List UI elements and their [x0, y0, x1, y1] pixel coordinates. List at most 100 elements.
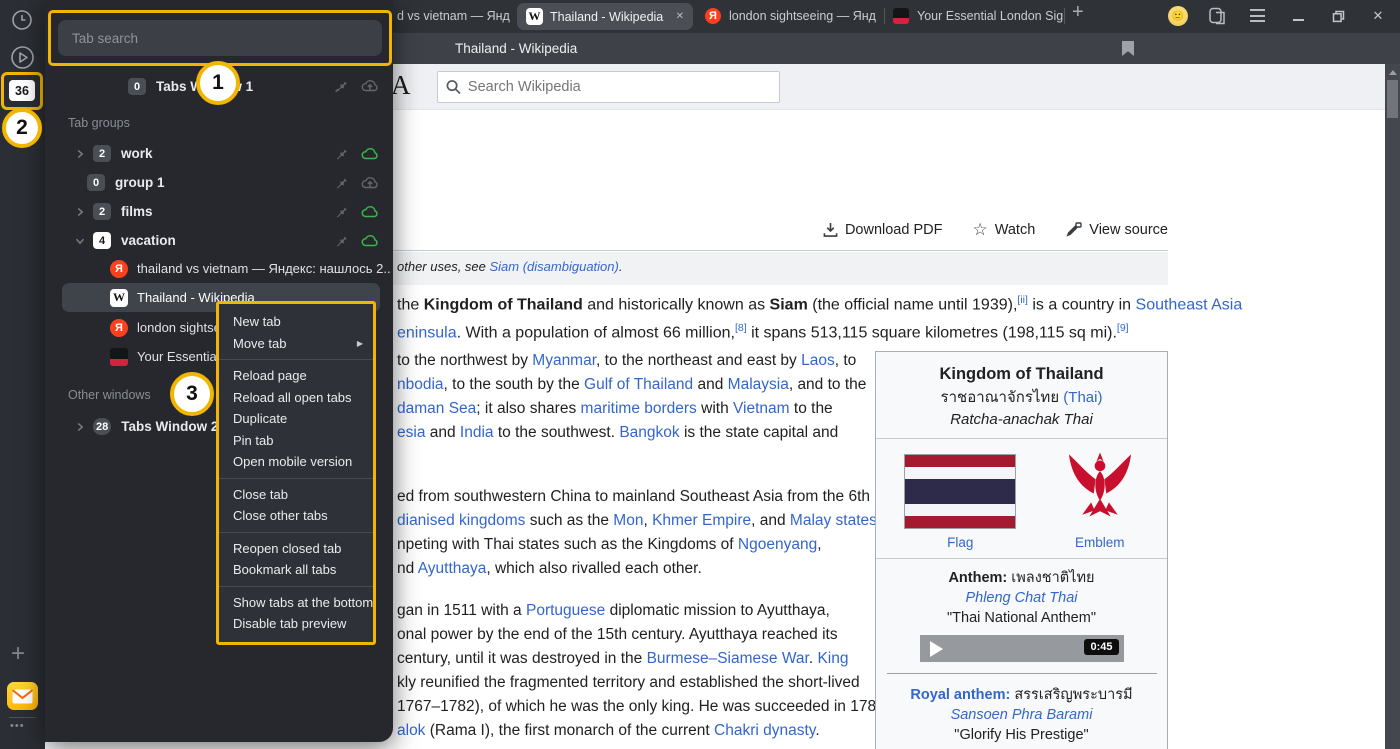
tab-thailand-vs-vietnam[interactable]: d vs vietnam — Янд	[397, 9, 510, 23]
wiki-link[interactable]: Mon	[613, 512, 643, 529]
history-clock-icon[interactable]	[11, 9, 33, 31]
wikipedia-search-input[interactable]	[468, 79, 771, 95]
menu-item-new-tab[interactable]: New tab	[219, 311, 373, 333]
group-row-work[interactable]: 2 work	[73, 139, 323, 168]
pin-icon[interactable]	[333, 78, 348, 93]
wiki-link[interactable]: esia	[397, 424, 425, 441]
cloud-synced-icon[interactable]	[361, 146, 379, 161]
wiki-link[interactable]: Portuguese	[526, 602, 605, 619]
wiki-link[interactable]: Laos	[801, 352, 835, 369]
wiki-link[interactable]: (Thai)	[1063, 389, 1102, 406]
wiki-link[interactable]: Bangkok	[619, 424, 679, 441]
wiki-link[interactable]: Myanmar	[532, 352, 596, 369]
tab-your-essential-london[interactable]: Your Essential London Sig	[893, 8, 1063, 24]
chevron-down-icon[interactable]	[73, 234, 87, 248]
chevron-right-icon[interactable]	[73, 420, 87, 434]
scroll-up-arrow[interactable]	[1389, 70, 1397, 75]
anthem-translit-link[interactable]: Phleng Chat Thai	[882, 588, 1161, 608]
sidebar-more-icon[interactable]: •••	[10, 720, 25, 732]
menu-item-pin-tab[interactable]: Pin tab	[219, 430, 373, 452]
cloud-synced-icon[interactable]	[361, 204, 379, 219]
pin-icon[interactable]	[333, 233, 348, 248]
thailand-emblem-image[interactable]	[1061, 449, 1139, 529]
bookmark-icon[interactable]	[1122, 41, 1134, 56]
thailand-flag-image[interactable]	[904, 454, 1016, 529]
scrollbar-thumb[interactable]	[1387, 80, 1398, 118]
pin-icon[interactable]	[333, 146, 348, 161]
pin-icon[interactable]	[333, 204, 348, 219]
wiki-link[interactable]: Malay states	[790, 512, 877, 529]
new-tab-button[interactable]: +	[1072, 1, 1084, 24]
close-window-button[interactable]: ✕	[1363, 0, 1393, 32]
wiki-link[interactable]: daman Sea	[397, 400, 476, 417]
tab-counter-badge[interactable]: 36	[9, 80, 35, 101]
wiki-link[interactable]: Royal anthem:	[910, 687, 1010, 703]
wiki-link[interactable]: nbodia	[397, 376, 444, 393]
menu-item-disable-tab-preview[interactable]: Disable tab preview	[219, 613, 373, 635]
sidebar-add-icon[interactable]: +	[11, 640, 25, 668]
minimize-button[interactable]	[1283, 0, 1313, 32]
wiki-link[interactable]: Malaysia	[728, 376, 789, 393]
wikipedia-search-box[interactable]	[437, 71, 780, 103]
play-icon[interactable]	[930, 641, 943, 657]
panels-icon[interactable]	[1208, 7, 1227, 26]
anthem-audio-player[interactable]: 0:45	[920, 635, 1124, 662]
cloud-upload-icon[interactable]	[361, 78, 379, 93]
group-row-vacation[interactable]: 4 vacation	[73, 226, 323, 255]
ref-link[interactable]: [ii]	[1017, 294, 1028, 306]
cloud-synced-icon[interactable]	[361, 233, 379, 248]
wiki-link[interactable]: eninsula	[397, 324, 457, 341]
panel-tab-thailand-vs-vietnam[interactable]: Я thailand vs vietnam — Яндекс: нашлось …	[110, 254, 390, 283]
cloud-upload-icon[interactable]	[361, 175, 379, 190]
panel-tab-london-sightseeing[interactable]: Я london sightse	[110, 313, 220, 342]
wiki-link[interactable]: Burmese–Siamese War	[647, 650, 809, 667]
menu-item-duplicate[interactable]: Duplicate	[219, 408, 373, 430]
menu-item-reopen-closed-tab[interactable]: Reopen closed tab	[219, 538, 373, 560]
wiki-link[interactable]: dianised kingdoms	[397, 512, 525, 529]
menu-item-reload-all[interactable]: Reload all open tabs	[219, 387, 373, 409]
chevron-right-icon[interactable]	[73, 205, 87, 219]
pin-icon[interactable]	[333, 175, 348, 190]
media-play-icon[interactable]	[10, 45, 35, 70]
menu-item-close-other-tabs[interactable]: Close other tabs	[219, 505, 373, 527]
group-row-films[interactable]: 2 films	[73, 197, 323, 226]
wiki-link[interactable]: Southeast Asia	[1136, 296, 1243, 313]
group-row-group1[interactable]: 0 group 1	[87, 168, 327, 197]
wiki-link[interactable]: Siam (disambiguation)	[490, 259, 619, 274]
wiki-link[interactable]: Chakri dynasty	[714, 722, 815, 739]
ref-link[interactable]: [8]	[735, 322, 747, 334]
wiki-link[interactable]: Ayutthaya	[418, 560, 487, 577]
wiki-link[interactable]: maritime borders	[581, 400, 697, 417]
wiki-link[interactable]: Vietnam	[733, 400, 790, 417]
panel-tab-your-essential[interactable]: Your Essential	[110, 342, 220, 371]
menu-item-bookmark-all-tabs[interactable]: Bookmark all tabs	[219, 559, 373, 581]
tab-search-input[interactable]	[58, 20, 382, 56]
wiki-link[interactable]: Khmer Empire	[652, 512, 751, 529]
tab-thailand-wikipedia[interactable]: W Thailand - Wikipedia ✕	[517, 3, 693, 30]
menu-item-reload-page[interactable]: Reload page	[219, 365, 373, 387]
emblem-caption[interactable]: Emblem	[1061, 535, 1139, 550]
yandex-mail-icon[interactable]	[7, 682, 38, 710]
wiki-link[interactable]: King	[817, 650, 848, 667]
page-scrollbar[interactable]	[1385, 64, 1400, 749]
ref-link[interactable]: [9]	[1117, 322, 1129, 334]
wiki-link[interactable]: alok	[397, 722, 425, 739]
wiki-link[interactable]: India	[460, 424, 494, 441]
menu-item-show-tabs-bottom[interactable]: Show tabs at the bottom	[219, 592, 373, 614]
wiki-link[interactable]: Ngoenyang	[738, 536, 817, 553]
menu-item-open-mobile[interactable]: Open mobile version	[219, 451, 373, 473]
profile-avatar[interactable]: 🙂	[1168, 6, 1188, 26]
chevron-right-icon[interactable]	[73, 147, 87, 161]
tab-close-icon[interactable]: ✕	[676, 11, 684, 22]
royal-anthem-translit-link[interactable]: Sansoen Phra Barami	[882, 705, 1161, 725]
wiki-link[interactable]: Gulf of Thailand	[584, 376, 693, 393]
view-source-link[interactable]: View source	[1065, 222, 1168, 238]
menu-item-move-tab[interactable]: Move tab▶	[219, 333, 373, 355]
flag-caption[interactable]: Flag	[904, 535, 1016, 550]
menu-hamburger-icon[interactable]	[1250, 9, 1265, 22]
download-pdf-link[interactable]: Download PDF	[823, 222, 943, 238]
watch-link[interactable]: ☆ Watch	[972, 220, 1035, 240]
menu-item-close-tab[interactable]: Close tab	[219, 484, 373, 506]
tab-london-sightseeing[interactable]: Я london sightseeing — Янд	[705, 8, 876, 24]
restore-button[interactable]	[1323, 0, 1353, 32]
